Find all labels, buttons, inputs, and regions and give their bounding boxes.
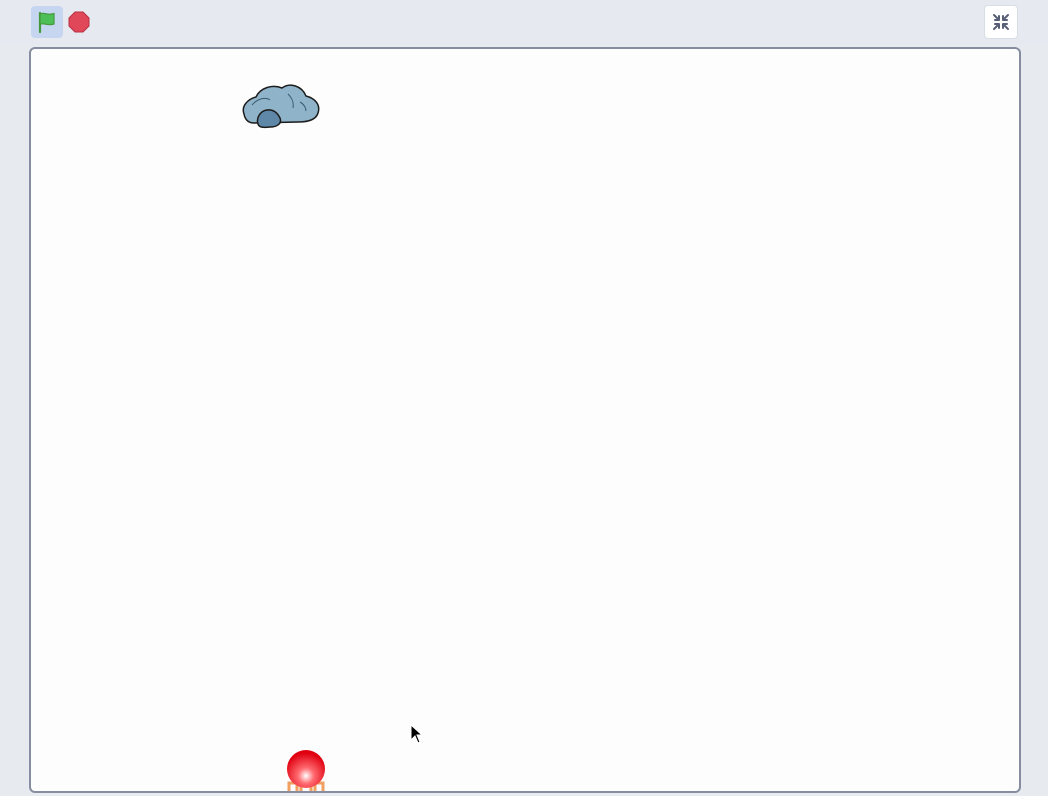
rock-sprite[interactable] (240, 80, 322, 132)
green-flag-button[interactable] (31, 6, 63, 38)
ball-sprite[interactable] (284, 749, 328, 793)
game-stage[interactable] (29, 47, 1021, 793)
exit-fullscreen-button[interactable] (984, 5, 1018, 39)
stop-sign-icon (68, 11, 90, 33)
stop-button[interactable] (66, 8, 92, 36)
mouse-pointer-icon (410, 724, 424, 744)
stage-toolbar (0, 0, 1048, 44)
exit-fullscreen-icon (993, 14, 1009, 30)
green-flag-icon (38, 11, 55, 34)
